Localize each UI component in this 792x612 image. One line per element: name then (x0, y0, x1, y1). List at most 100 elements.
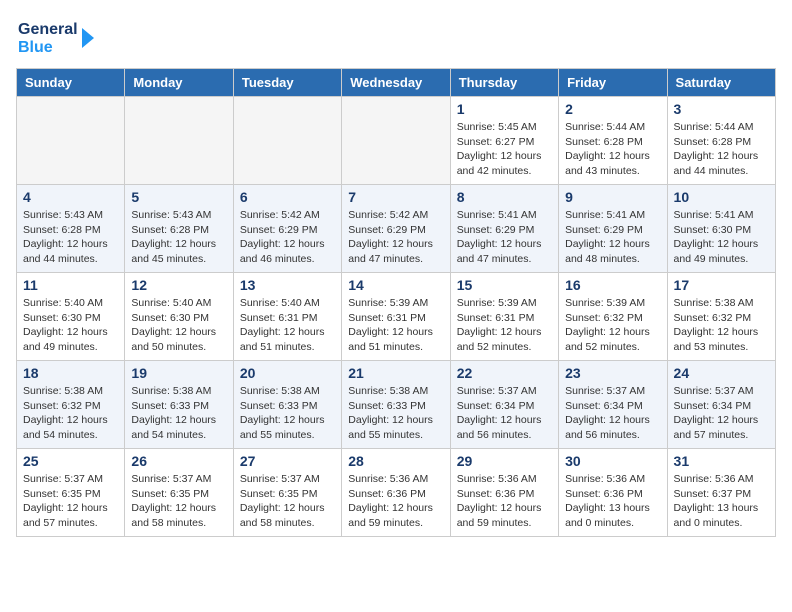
day-number: 5 (131, 189, 226, 205)
day-number: 3 (674, 101, 769, 117)
calendar-cell: 7 Sunrise: 5:42 AM Sunset: 6:29 PM Daylig… (342, 185, 450, 273)
day-info: Sunrise: 5:39 AM Sunset: 6:32 PM Dayligh… (565, 296, 660, 355)
calendar-cell (342, 97, 450, 185)
day-info: Sunrise: 5:36 AM Sunset: 6:36 PM Dayligh… (565, 472, 660, 531)
weekday-header-saturday: Saturday (667, 69, 775, 97)
calendar-cell: 11Sunrise: 5:40 AM Sunset: 6:30 PM Dayli… (17, 273, 125, 361)
calendar-cell: 8Sunrise: 5:41 AM Sunset: 6:29 PM Daylig… (450, 185, 558, 273)
day-number: 25 (23, 453, 118, 469)
day-info: Sunrise: 5:38 AM Sunset: 6:33 PM Dayligh… (240, 384, 335, 443)
day-info: Sunrise: 5:37 AM Sunset: 6:35 PM Dayligh… (240, 472, 335, 531)
svg-text:General: General (18, 21, 78, 38)
calendar-cell (17, 97, 125, 185)
calendar-cell: 22 Sunrise: 5:37 AM Sunset: 6:34 PM Dayli… (450, 361, 558, 449)
day-number: 28 (348, 453, 443, 469)
day-number: 10 (674, 189, 769, 205)
calendar-cell: 19 Sunrise: 5:38 AM Sunset: 6:33 PM Dayli… (125, 361, 233, 449)
day-info: Sunrise: 5:36 AM Sunset: 6:37 PM Dayligh… (674, 472, 769, 531)
calendar-cell: 5 Sunrise: 5:43 AM Sunset: 6:28 PM Daylig… (125, 185, 233, 273)
calendar-cell: 3 Sunrise: 5:44 AM Sunset: 6:28 PM Daylig… (667, 97, 775, 185)
calendar-cell: 4 Sunrise: 5:43 AM Sunset: 6:28 PM Daylig… (17, 185, 125, 273)
day-number: 29 (457, 453, 552, 469)
day-number: 4 (23, 189, 118, 205)
day-number: 30 (565, 453, 660, 469)
logo: GeneralBlue (16, 16, 96, 56)
calendar-cell: 16 Sunrise: 5:39 AM Sunset: 6:32 PM Dayli… (559, 273, 667, 361)
day-number: 24 (674, 365, 769, 381)
calendar-cell: 9 Sunrise: 5:41 AM Sunset: 6:29 PM Daylig… (559, 185, 667, 273)
day-number: 21 (348, 365, 443, 381)
calendar-cell: 18Sunrise: 5:38 AM Sunset: 6:32 PM Dayli… (17, 361, 125, 449)
day-info: Sunrise: 5:36 AM Sunset: 6:36 PM Dayligh… (457, 472, 552, 531)
day-info: Sunrise: 5:42 AM Sunset: 6:29 PM Dayligh… (348, 208, 443, 267)
day-info: Sunrise: 5:37 AM Sunset: 6:34 PM Dayligh… (565, 384, 660, 443)
calendar-cell: 24Sunrise: 5:37 AM Sunset: 6:34 PM Dayli… (667, 361, 775, 449)
day-number: 6 (240, 189, 335, 205)
weekday-header-sunday: Sunday (17, 69, 125, 97)
day-number: 9 (565, 189, 660, 205)
day-info: Sunrise: 5:38 AM Sunset: 6:33 PM Dayligh… (348, 384, 443, 443)
day-number: 17 (674, 277, 769, 293)
calendar-cell: 20 Sunrise: 5:38 AM Sunset: 6:33 PM Dayli… (233, 361, 341, 449)
day-info: Sunrise: 5:44 AM Sunset: 6:28 PM Dayligh… (565, 120, 660, 179)
day-number: 2 (565, 101, 660, 117)
weekday-header-friday: Friday (559, 69, 667, 97)
calendar-week-row: 11Sunrise: 5:40 AM Sunset: 6:30 PM Dayli… (17, 273, 776, 361)
day-number: 27 (240, 453, 335, 469)
day-number: 12 (131, 277, 226, 293)
calendar-cell: 12Sunrise: 5:40 AM Sunset: 6:30 PM Dayli… (125, 273, 233, 361)
calendar-cell: 1 Sunrise: 5:45 AM Sunset: 6:27 PM Daylig… (450, 97, 558, 185)
weekday-header-row: SundayMondayTuesdayWednesdayThursdayFrid… (17, 69, 776, 97)
calendar-cell (233, 97, 341, 185)
day-info: Sunrise: 5:45 AM Sunset: 6:27 PM Dayligh… (457, 120, 552, 179)
calendar-cell: 6 Sunrise: 5:42 AM Sunset: 6:29 PM Daylig… (233, 185, 341, 273)
day-info: Sunrise: 5:41 AM Sunset: 6:29 PM Dayligh… (457, 208, 552, 267)
svg-text:Blue: Blue (18, 39, 53, 56)
weekday-header-thursday: Thursday (450, 69, 558, 97)
calendar-cell: 21 Sunrise: 5:38 AM Sunset: 6:33 PM Dayli… (342, 361, 450, 449)
day-number: 22 (457, 365, 552, 381)
calendar-cell: 29 Sunrise: 5:36 AM Sunset: 6:36 PM Dayli… (450, 449, 558, 537)
day-info: Sunrise: 5:44 AM Sunset: 6:28 PM Dayligh… (674, 120, 769, 179)
day-info: Sunrise: 5:43 AM Sunset: 6:28 PM Dayligh… (23, 208, 118, 267)
day-info: Sunrise: 5:41 AM Sunset: 6:29 PM Dayligh… (565, 208, 660, 267)
day-info: Sunrise: 5:37 AM Sunset: 6:35 PM Dayligh… (131, 472, 226, 531)
calendar-week-row: 25 Sunrise: 5:37 AM Sunset: 6:35 PM Dayli… (17, 449, 776, 537)
calendar-cell: 13Sunrise: 5:40 AM Sunset: 6:31 PM Dayli… (233, 273, 341, 361)
calendar-cell: 10 Sunrise: 5:41 AM Sunset: 6:30 PM Dayli… (667, 185, 775, 273)
calendar-week-row: 4 Sunrise: 5:43 AM Sunset: 6:28 PM Daylig… (17, 185, 776, 273)
weekday-header-monday: Monday (125, 69, 233, 97)
day-number: 11 (23, 277, 118, 293)
calendar-cell: 30 Sunrise: 5:36 AM Sunset: 6:36 PM Dayli… (559, 449, 667, 537)
weekday-header-tuesday: Tuesday (233, 69, 341, 97)
logo-icon: GeneralBlue (16, 16, 96, 56)
calendar-cell: 31 Sunrise: 5:36 AM Sunset: 6:37 PM Dayli… (667, 449, 775, 537)
day-info: Sunrise: 5:43 AM Sunset: 6:28 PM Dayligh… (131, 208, 226, 267)
calendar-cell: 2 Sunrise: 5:44 AM Sunset: 6:28 PM Daylig… (559, 97, 667, 185)
calendar-cell: 28 Sunrise: 5:36 AM Sunset: 6:36 PM Dayli… (342, 449, 450, 537)
day-number: 31 (674, 453, 769, 469)
day-info: Sunrise: 5:38 AM Sunset: 6:32 PM Dayligh… (674, 296, 769, 355)
day-number: 16 (565, 277, 660, 293)
day-info: Sunrise: 5:39 AM Sunset: 6:31 PM Dayligh… (348, 296, 443, 355)
calendar-cell: 17 Sunrise: 5:38 AM Sunset: 6:32 PM Dayli… (667, 273, 775, 361)
calendar-cell: 23Sunrise: 5:37 AM Sunset: 6:34 PM Dayli… (559, 361, 667, 449)
day-number: 26 (131, 453, 226, 469)
calendar-week-row: 18Sunrise: 5:38 AM Sunset: 6:32 PM Dayli… (17, 361, 776, 449)
day-info: Sunrise: 5:41 AM Sunset: 6:30 PM Dayligh… (674, 208, 769, 267)
day-number: 7 (348, 189, 443, 205)
calendar-cell: 26 Sunrise: 5:37 AM Sunset: 6:35 PM Dayli… (125, 449, 233, 537)
calendar-cell: 25Sunrise: 5:37 AM Sunset: 6:35 PM Dayli… (17, 449, 125, 537)
calendar-week-row: 1 Sunrise: 5:45 AM Sunset: 6:27 PM Daylig… (17, 97, 776, 185)
day-info: Sunrise: 5:42 AM Sunset: 6:29 PM Dayligh… (240, 208, 335, 267)
day-info: Sunrise: 5:36 AM Sunset: 6:36 PM Dayligh… (348, 472, 443, 531)
day-info: Sunrise: 5:39 AM Sunset: 6:31 PM Dayligh… (457, 296, 552, 355)
day-number: 1 (457, 101, 552, 117)
calendar-cell (125, 97, 233, 185)
weekday-header-wednesday: Wednesday (342, 69, 450, 97)
day-number: 20 (240, 365, 335, 381)
day-number: 19 (131, 365, 226, 381)
day-info: Sunrise: 5:38 AM Sunset: 6:33 PM Dayligh… (131, 384, 226, 443)
calendar-cell: 27 Sunrise: 5:37 AM Sunset: 6:35 PM Dayli… (233, 449, 341, 537)
day-info: Sunrise: 5:37 AM Sunset: 6:34 PM Dayligh… (457, 384, 552, 443)
